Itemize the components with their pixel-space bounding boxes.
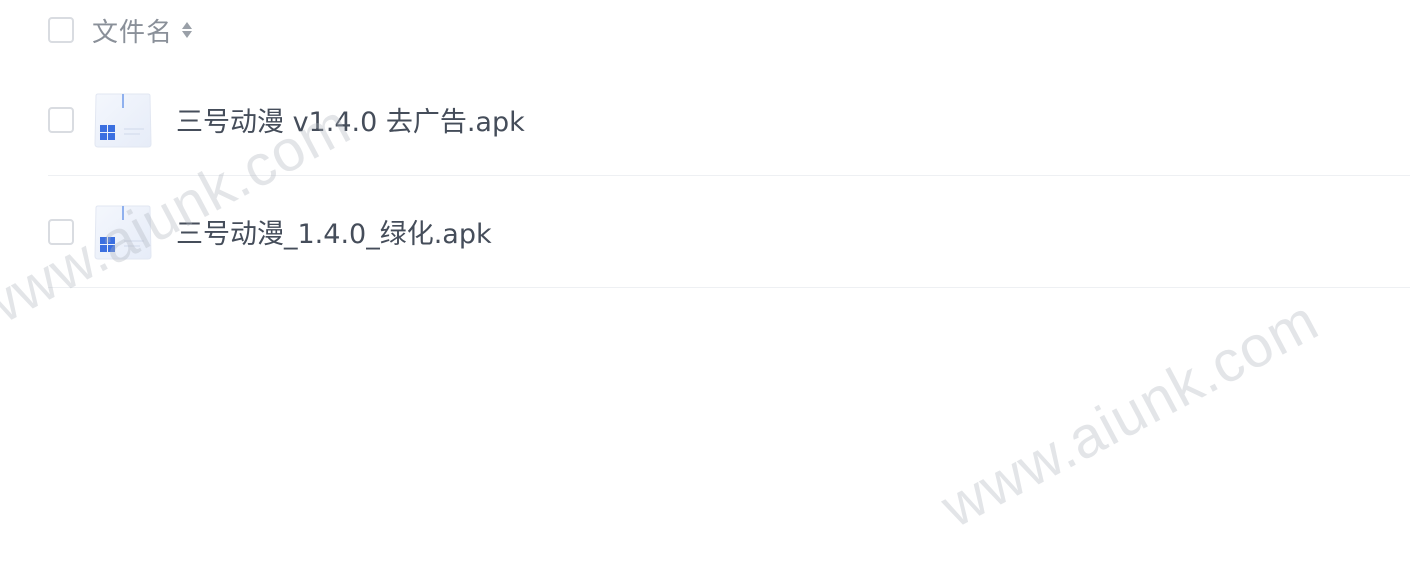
filename-column-header[interactable]: 文件名 <box>92 12 173 49</box>
sort-icon[interactable] <box>181 19 193 41</box>
file-row[interactable]: 三号动漫 v1.4.0 去广告.apk <box>48 64 1410 176</box>
select-all-checkbox[interactable] <box>48 17 74 43</box>
file-checkbox[interactable] <box>48 218 74 245</box>
file-list-page: 文件名 三号动漫 v1.4.0 去广告.apk 三号动漫_1.4.0_绿化.ap… <box>0 0 1410 588</box>
apk-file-icon <box>94 92 152 148</box>
file-name[interactable]: 三号动漫 v1.4.0 去广告.apk <box>176 100 525 139</box>
file-list-header: 文件名 <box>48 12 193 49</box>
file-name[interactable]: 三号动漫_1.4.0_绿化.apk <box>176 212 492 251</box>
file-list: 三号动漫 v1.4.0 去广告.apk 三号动漫_1.4.0_绿化.apk <box>48 64 1410 288</box>
apk-file-icon <box>94 204 152 260</box>
file-checkbox[interactable] <box>48 106 74 133</box>
file-row[interactable]: 三号动漫_1.4.0_绿化.apk <box>48 176 1410 288</box>
watermark-text: www.aiunk.com <box>931 287 1329 541</box>
